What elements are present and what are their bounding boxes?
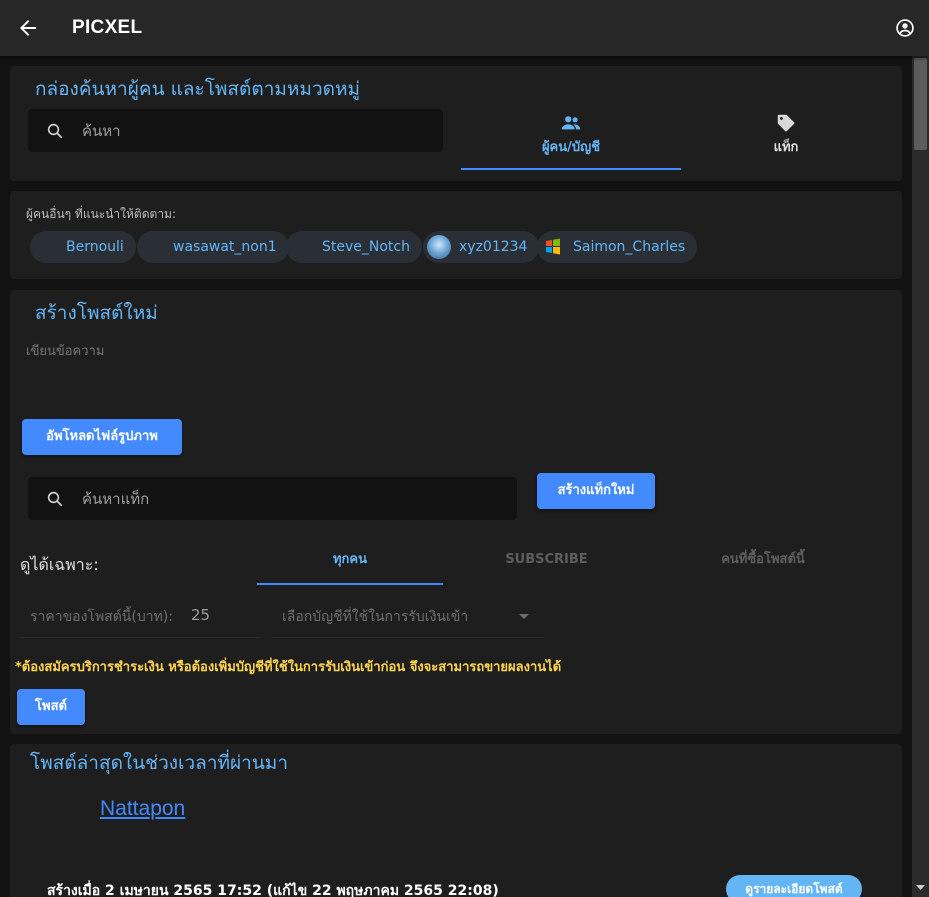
arrow-left-icon[interactable] (16, 16, 40, 40)
create-post-title: สร้างโพสต์ใหม่ (35, 302, 158, 324)
post-message-input[interactable] (26, 340, 886, 400)
user-chip-label: Bernouli (66, 239, 124, 255)
people-icon (561, 116, 581, 130)
tab-tags-label: แท็ก (773, 140, 799, 155)
tab-visibility-everyone[interactable]: ทุกคน (257, 542, 443, 585)
recent-posts-title: โพสต์ล่าสุดในช่วงเวลาที่ผ่านมา (30, 752, 289, 774)
tab-visibility-subscribe[interactable]: SUBSCRIBE (443, 542, 650, 585)
create-post-card: สร้างโพสต์ใหม่ อัพโหลดไฟล์รูปภาพ สร้างแท… (10, 290, 902, 734)
app-bar: PICXEL (0, 0, 929, 56)
payout-account-select[interactable]: เลือกบัญชีที่ใช้ในการรับเงินเข้า (272, 596, 544, 638)
search-icon (47, 123, 63, 139)
price-field[interactable]: ราคาของโพสต์นี้(บาท): 25 (20, 596, 260, 638)
tab-tags[interactable]: แท็ก (681, 112, 891, 170)
upload-image-button[interactable]: อัพโหลดไฟล์รูปภาพ (22, 419, 182, 455)
tag-search-box (28, 477, 517, 520)
main-content: กล่องค้นหาผู้คน และโพสต์ตามหมวดหมู่ ผู้ค… (0, 56, 912, 897)
tab-visibility-buyers-label: คนที่ซื้อโพสต์นี้ (721, 552, 805, 567)
user-chip-xyz[interactable]: xyz01234 (423, 231, 540, 263)
user-chip-bernouli[interactable]: Bernouli (30, 231, 136, 263)
avatar-landscape-icon (427, 235, 451, 259)
user-chip-wasawat[interactable]: wasawat_non1 (137, 231, 289, 263)
people-search-input[interactable] (82, 109, 437, 152)
avatar-windows-logo-icon (541, 235, 565, 259)
search-card-title: กล่องค้นหาผู้คน และโพสต์ตามหมวดหมู่ (35, 78, 360, 100)
user-chip-label: wasawat_non1 (173, 239, 277, 255)
avatar (141, 235, 165, 259)
scrollbar[interactable] (912, 56, 929, 897)
tab-people[interactable]: ผู้คน/บัญชี (461, 112, 681, 170)
people-search-box (28, 109, 443, 152)
user-chip-label: xyz01234 (459, 239, 528, 255)
tab-people-label: ผู้คน/บัญชี (541, 140, 601, 155)
create-tag-button[interactable]: สร้างแท็กใหม่ (537, 473, 655, 509)
suggested-users-label: ผู้คนอื่นๆ ที่แนะนำให้ติดตาม: (26, 207, 177, 221)
tab-visibility-subscribe-label: SUBSCRIBE (505, 552, 588, 567)
tab-visibility-everyone-label: ทุกคน (332, 552, 368, 567)
app-title: PICXEL (72, 17, 143, 38)
user-chip-steve[interactable]: Steve_Notch (286, 231, 422, 263)
post-created-text: สร้างเมื่อ 2 เมษายน 2565 17:52 (แก้ไข 22… (47, 883, 499, 897)
recent-posts-card: โพสต์ล่าสุดในช่วงเวลาที่ผ่านมา Nattapon … (10, 744, 902, 897)
visibility-label: ดูได้เฉพาะ: (20, 555, 99, 574)
search-card: กล่องค้นหาผู้คน และโพสต์ตามหมวดหมู่ ผู้ค… (10, 66, 902, 181)
scroll-down-arrow-icon[interactable] (912, 883, 929, 893)
scrollbar-thumb[interactable] (914, 58, 927, 150)
suggested-users-card: ผู้คนอื่นๆ ที่แนะนำให้ติดตาม: Bernouli w… (10, 191, 902, 279)
payment-warning: *ต้องสมัครบริการชำระเงิน หรือต้องเพิ่มบั… (15, 660, 562, 675)
tag-search-input[interactable] (82, 477, 511, 520)
payout-account-placeholder: เลือกบัญชีที่ใช้ในการรับเงินเข้า (282, 609, 469, 625)
tag-icon (777, 114, 795, 132)
avatar (34, 235, 58, 259)
user-chip-saimon[interactable]: Saimon_Charles (537, 231, 698, 263)
chevron-down-icon (519, 614, 529, 619)
price-label: ราคาของโพสต์นี้(บาท): (30, 609, 173, 625)
tab-visibility-buyers[interactable]: คนที่ซื้อโพสต์นี้ (650, 542, 876, 585)
post-details-button[interactable]: ดูรายละเอียดโพสต์ (726, 875, 862, 897)
user-chip-label: Steve_Notch (322, 239, 410, 255)
price-value: 25 (191, 606, 211, 624)
submit-post-button[interactable]: โพสต์ (17, 689, 85, 725)
user-chip-label: Saimon_Charles (573, 239, 686, 255)
avatar (290, 235, 314, 259)
account-circle-icon[interactable] (895, 18, 915, 38)
post-author-link[interactable]: Nattapon (100, 797, 185, 821)
search-icon (47, 491, 63, 507)
